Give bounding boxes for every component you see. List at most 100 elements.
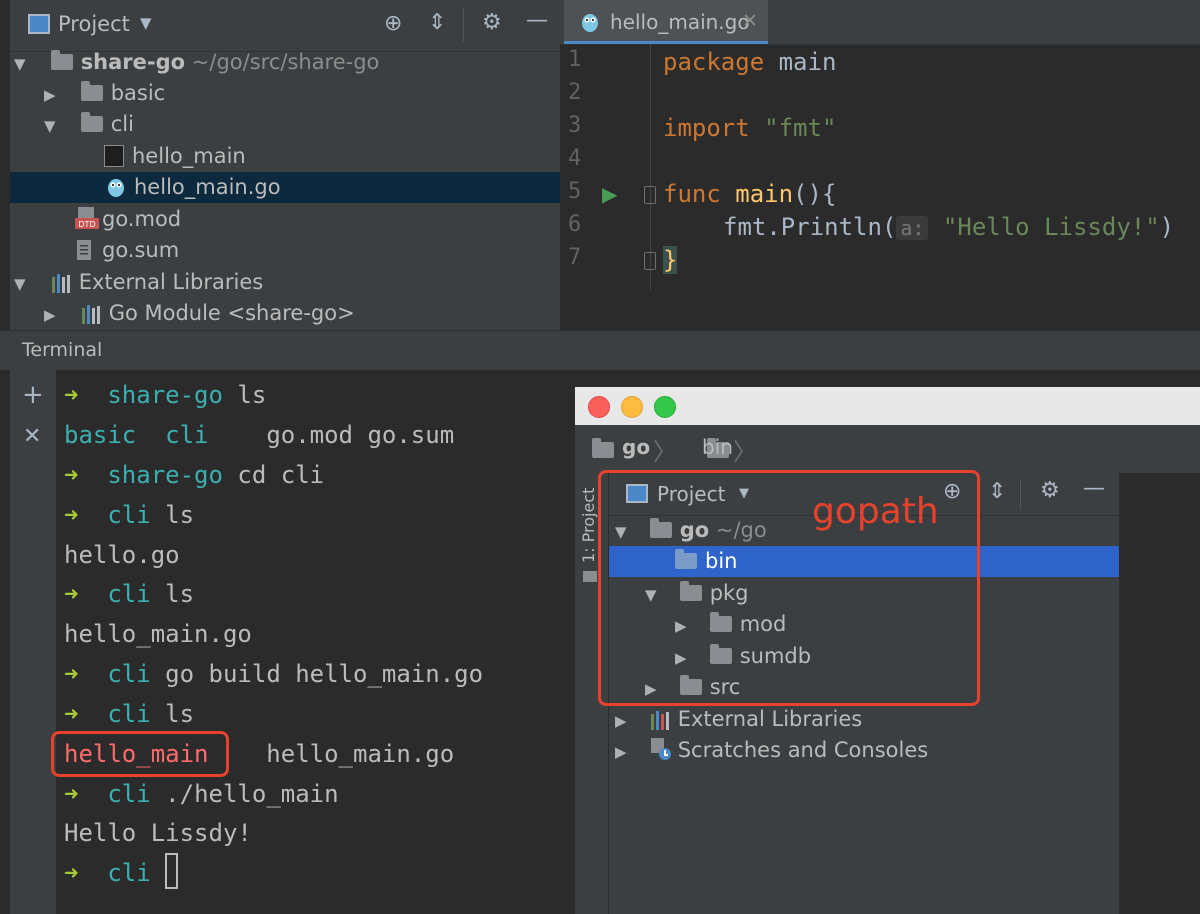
code-line-3: import "fmt": [663, 114, 837, 142]
close-icon[interactable]: ✕: [742, 10, 758, 32]
project-panel-title[interactable]: Project: [58, 12, 130, 36]
tree-item-label: hello_main.go: [134, 175, 281, 199]
line-number: 7: [568, 245, 582, 270]
editor-tab-label: hello_main.go: [610, 10, 750, 34]
folder-icon: [592, 438, 614, 458]
tree-item-label: Go Module <share-go>: [108, 301, 355, 325]
folder-icon: [583, 571, 597, 582]
code-line-5: func main(){: [663, 180, 837, 208]
code-line-6: fmt.Println(a: "Hello Lissdy!"): [723, 213, 1175, 241]
fold-icon[interactable]: [644, 252, 656, 270]
minimize-icon[interactable]: —: [1083, 476, 1105, 501]
header-divider: [463, 8, 464, 42]
chevron-down-icon[interactable]: ▼: [44, 111, 62, 142]
chevron-right-icon[interactable]: ▶: [44, 300, 62, 331]
tree-item-label: External Libraries: [78, 270, 264, 294]
code-editor[interactable]: hello_main.go ✕ 1 2 3 4 5 6 7 ▶ package …: [560, 0, 1200, 330]
close-window-button[interactable]: [588, 396, 610, 418]
chevron-right-icon: 〉: [733, 438, 757, 466]
chevron-down-icon[interactable]: ▼: [14, 269, 32, 300]
zoom-window-button[interactable]: [654, 396, 676, 418]
collapse-all-icon[interactable]: ⇕: [428, 10, 446, 35]
terminal-line: ➜ cli: [64, 853, 179, 893]
tree-item-external-libraries[interactable]: ▼ External Libraries: [14, 267, 560, 298]
breadcrumb-item[interactable]: go: [622, 435, 650, 459]
chevron-right-icon[interactable]: ▶: [615, 737, 633, 768]
chevron-right-icon: 〉: [653, 438, 677, 466]
header-divider: [1020, 479, 1021, 509]
terminal-line: ➜ share-go cd cli: [64, 461, 325, 489]
terminal-cursor: [165, 853, 179, 889]
left-tool-strip: [0, 0, 10, 330]
tree-item-go-module[interactable]: ▶ Go Module <share-go>: [44, 298, 560, 329]
parameter-hint: a:: [896, 216, 929, 240]
tree-item-go-sum[interactable]: go.sum: [74, 235, 560, 266]
line-number: 1: [568, 47, 582, 72]
gear-icon[interactable]: ⚙: [1040, 478, 1060, 503]
line-number: 6: [568, 212, 582, 237]
tree-item-label: go.mod: [102, 207, 182, 231]
library-icon: [51, 271, 71, 293]
chevron-right-icon[interactable]: ▶: [615, 706, 633, 737]
terminal-header: Terminal: [0, 330, 1200, 371]
editor-area-empty: [1119, 473, 1200, 914]
library-icon: [650, 708, 670, 730]
new-session-icon[interactable]: +: [22, 380, 44, 410]
terminal-line: ➜ cli ls: [64, 501, 195, 529]
line-number: 4: [568, 146, 582, 171]
editor-tab[interactable]: hello_main.go ✕: [564, 0, 768, 44]
tree-item-path: ~/go/src/share-go: [191, 50, 380, 74]
run-icon[interactable]: ▶: [602, 182, 617, 206]
tree-item-scratches[interactable]: ▶ Scratches and Consoles: [615, 735, 1119, 766]
tree-item-label: go.sum: [102, 238, 180, 262]
annotation-label: gopath: [812, 491, 939, 532]
tree-item-hello-main-go[interactable]: hello_main.go: [10, 172, 560, 203]
collapse-all-icon[interactable]: ⇕: [988, 479, 1006, 504]
tree-item-hello-main[interactable]: hello_main: [104, 141, 560, 172]
window-titlebar: [575, 387, 1200, 425]
tree-item-label: External Libraries: [677, 707, 863, 731]
chevron-down-icon[interactable]: ▼: [14, 49, 32, 80]
overlay-window: go 〉 bin 〉 1: Project Project ▼ ⊕ ⇕ ⚙ — …: [575, 387, 1200, 914]
minimize-window-button[interactable]: [621, 396, 643, 418]
dtd-file-icon: DTD: [74, 206, 99, 229]
tree-item-label: share-go: [80, 50, 186, 74]
gear-icon[interactable]: ⚙: [482, 10, 502, 35]
folder-icon: [80, 81, 103, 101]
project-panel-overlay: Project ▼ ⊕ ⇕ ⚙ — ▼ go ~/go bin ▼ pkg ▶ …: [598, 470, 1119, 914]
terminal-line: ➜ cli ls: [64, 700, 195, 728]
gopher-icon: [580, 11, 600, 37]
terminal-line: ➜ cli ./hello_main: [64, 780, 339, 808]
terminal-title[interactable]: Terminal: [22, 339, 102, 361]
tree-item-external-libraries[interactable]: ▶ External Libraries: [615, 704, 1119, 735]
terminal-line: ➜ share-go ls: [64, 381, 267, 409]
project-panel: Project ▼ ⊕ ⇕ ⚙ — ▼ share-go ~/go/src/sh…: [0, 0, 560, 330]
tree-item-label: cli: [110, 112, 134, 136]
terminal-toolbar: + ✕: [10, 370, 56, 914]
terminal-line: hello.go: [64, 541, 180, 569]
folder-icon: [50, 50, 73, 70]
tree-item-basic[interactable]: ▶ basic: [44, 78, 560, 109]
line-number: 3: [568, 113, 582, 138]
tree-item-share-go[interactable]: ▼ share-go ~/go/src/share-go: [14, 47, 560, 78]
close-session-icon[interactable]: ✕: [23, 424, 41, 449]
line-number: 2: [568, 80, 582, 105]
tree-item-cli[interactable]: ▼ cli: [44, 109, 560, 140]
tree-item-label: hello_main: [132, 144, 246, 168]
tree-item-label: basic: [110, 81, 166, 105]
project-panel-header: Project ▼ ⊕ ⇕ ⚙ —: [0, 0, 560, 52]
fold-icon[interactable]: [644, 186, 656, 204]
project-view-icon: [28, 14, 50, 34]
tree-item-go-mod[interactable]: DTD go.mod: [74, 204, 560, 235]
chevron-right-icon[interactable]: ▶: [44, 80, 62, 111]
locate-icon[interactable]: ⊕: [384, 11, 402, 36]
code-line-7: }: [663, 246, 678, 274]
line-number: 5: [568, 179, 582, 204]
terminal-line: Hello Lissdy!: [64, 819, 252, 847]
breadcrumb-item[interactable]: bin: [702, 435, 733, 459]
breadcrumb: go 〉 bin 〉: [575, 425, 1200, 474]
minimize-icon[interactable]: —: [526, 8, 548, 33]
chevron-down-icon[interactable]: ▼: [140, 14, 152, 32]
text-file-icon: [74, 239, 94, 261]
terminal-line: ➜ cli ls: [64, 580, 195, 608]
